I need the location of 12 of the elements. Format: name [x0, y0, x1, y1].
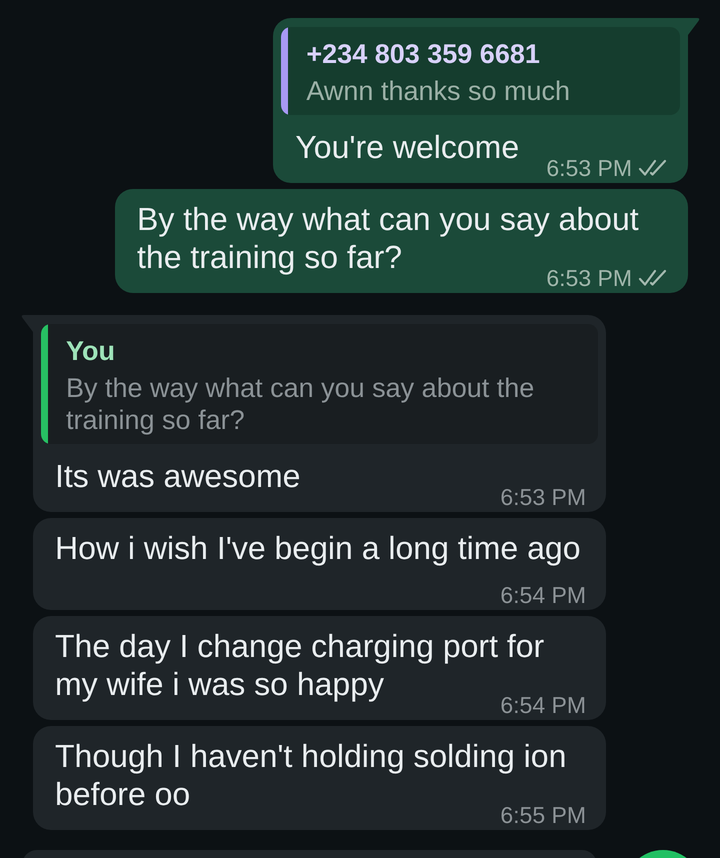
quote-text: By the way what can you say about the training so far? [66, 372, 536, 436]
quote-author: You [66, 335, 116, 368]
reply-quote[interactable]: You By the way what can you say about the training so far? [41, 324, 598, 444]
reply-quote[interactable]: +234 803 359 6681 Awnn thanks so much [281, 27, 680, 115]
message-text: You're welcome [295, 129, 520, 165]
quote-text: Awnn thanks so much [306, 75, 570, 107]
message-time: 6:53 PM [500, 486, 586, 508]
message-text: Its was awesome [55, 458, 300, 494]
message-time: 6:54 PM [500, 584, 586, 606]
message-time: 6:53 PM [546, 157, 632, 179]
quote-author: +234 803 359 6681 [306, 38, 541, 71]
message-text: How i wish I've begin a long time ago [55, 530, 580, 566]
